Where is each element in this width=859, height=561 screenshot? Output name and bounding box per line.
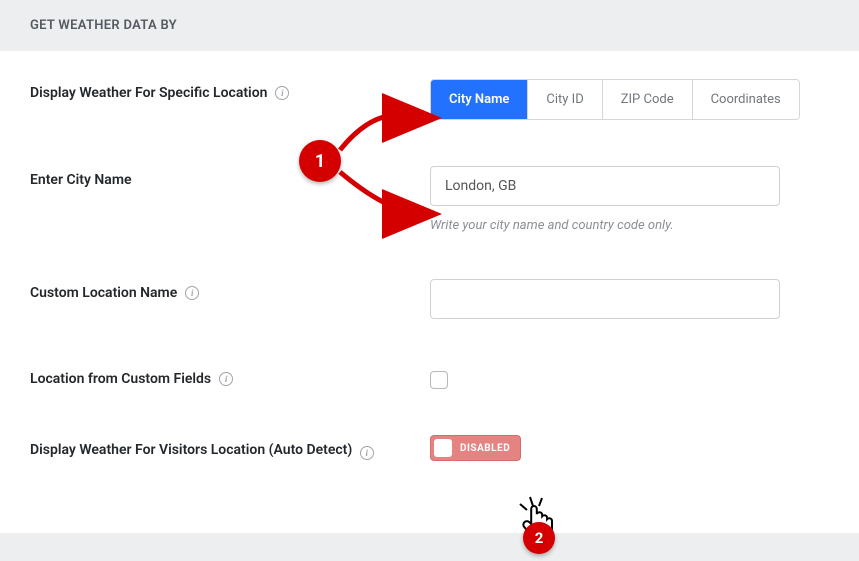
label-city-name: Enter City Name	[30, 166, 430, 188]
info-icon[interactable]: i	[360, 446, 374, 460]
info-icon[interactable]: i	[219, 372, 233, 386]
custom-fields-checkbox[interactable]	[430, 371, 448, 389]
tab-city-id[interactable]: City ID	[528, 80, 602, 119]
label-custom-location: Custom Location Name i	[30, 279, 430, 301]
location-type-tabs: City Name City ID ZIP Code Coordinates	[430, 79, 800, 120]
label-specific-location: Display Weather For Specific Location i	[30, 79, 430, 101]
control-visitor-location: DISABLED	[430, 435, 829, 461]
tab-city-name[interactable]: City Name	[431, 80, 528, 119]
row-custom-location: Custom Location Name i	[30, 279, 829, 319]
city-name-input[interactable]	[430, 166, 780, 206]
tab-zip-code[interactable]: ZIP Code	[603, 80, 693, 119]
control-custom-location	[430, 279, 829, 319]
form-body: Display Weather For Specific Location i …	[0, 51, 859, 505]
footer-bar	[0, 533, 859, 561]
visitor-location-toggle[interactable]: DISABLED	[430, 435, 521, 461]
info-icon[interactable]: i	[275, 86, 289, 100]
section-title: GET WEATHER DATA BY	[30, 18, 177, 33]
city-name-hint: Write your city name and country code on…	[430, 218, 829, 233]
custom-location-input[interactable]	[430, 279, 780, 319]
control-specific-location: City Name City ID ZIP Code Coordinates	[430, 79, 829, 120]
row-specific-location: Display Weather For Specific Location i …	[30, 79, 829, 120]
label-text: Enter City Name	[30, 172, 132, 188]
tab-coordinates[interactable]: Coordinates	[693, 80, 799, 119]
label-text: Display Weather For Specific Location	[30, 85, 267, 101]
info-icon[interactable]: i	[185, 286, 199, 300]
control-from-custom-fields	[430, 365, 829, 389]
control-city-name: Write your city name and country code on…	[430, 166, 829, 233]
label-visitor-location: Display Weather For Visitors Location (A…	[30, 435, 430, 461]
row-visitor-location: Display Weather For Visitors Location (A…	[30, 435, 829, 461]
row-city-name: Enter City Name Write your city name and…	[30, 166, 829, 233]
toggle-knob	[434, 439, 452, 457]
label-text: Location from Custom Fields	[30, 371, 211, 387]
row-from-custom-fields: Location from Custom Fields i	[30, 365, 829, 389]
toggle-label: DISABLED	[460, 443, 510, 454]
label-text: Display Weather For Visitors Location (A…	[30, 442, 352, 458]
section-header: GET WEATHER DATA BY	[0, 0, 859, 51]
label-from-custom-fields: Location from Custom Fields i	[30, 365, 430, 387]
label-text: Custom Location Name	[30, 285, 177, 301]
